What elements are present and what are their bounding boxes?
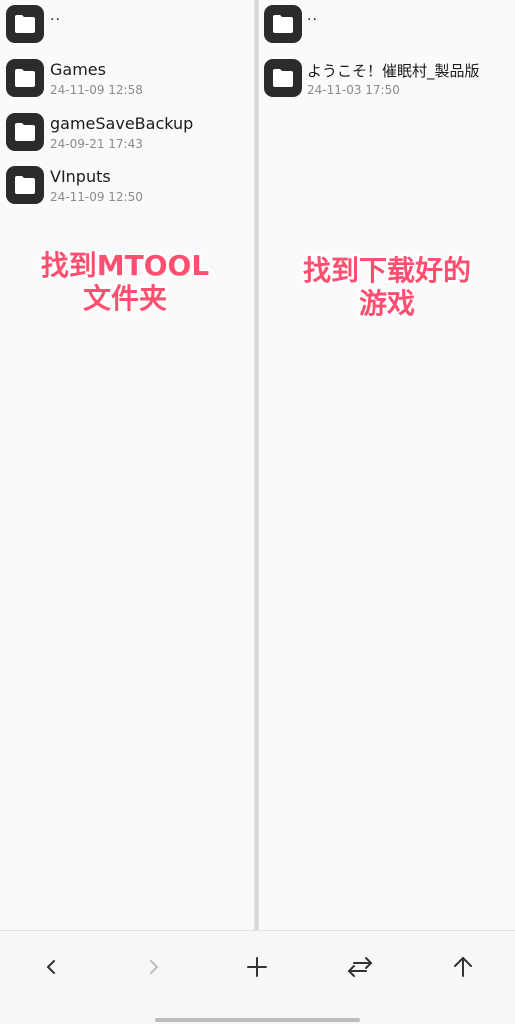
list-item[interactable]: ようこそ！催眠村_製品版 24-11-03 17:50 — [259, 55, 515, 107]
right-file-pane: .. ようこそ！催眠村_製品版 24-11-03 17:50 找到下载好的 游戏 — [259, 0, 515, 930]
chevron-right-icon — [150, 960, 158, 974]
annotation-line: 文件夹 — [82, 282, 167, 315]
gesture-bar[interactable] — [155, 1018, 360, 1022]
annotation-line: 找到MTOOL — [40, 249, 210, 282]
item-name: VInputs — [50, 167, 111, 186]
item-name: .. — [50, 8, 61, 24]
item-date: 24-11-09 12:58 — [50, 83, 143, 97]
item-name: gameSaveBackup — [50, 114, 194, 133]
item-date: 24-11-03 17:50 — [307, 83, 400, 97]
annotation-line: 找到下载好的 — [302, 254, 471, 287]
add-button[interactable] — [239, 949, 275, 985]
list-item[interactable]: VInputs 24-11-09 12:50 — [0, 162, 254, 214]
list-item-parent[interactable]: .. — [0, 0, 254, 52]
folder-icon — [6, 166, 44, 204]
swap-arrows-icon — [348, 957, 372, 977]
folder-icon — [6, 113, 44, 151]
annotation-overlay: 找到下载好的 游戏 — [269, 254, 505, 320]
item-name: .. — [307, 8, 318, 24]
item-date: 24-11-09 12:50 — [50, 190, 143, 204]
item-name: ようこそ！催眠村_製品版 — [307, 62, 480, 80]
forward-button[interactable] — [136, 949, 172, 985]
list-item[interactable]: Games 24-11-09 12:58 — [0, 55, 254, 107]
folder-icon — [6, 59, 44, 97]
folder-icon — [264, 59, 302, 97]
item-date: 24-09-21 17:43 — [50, 137, 143, 151]
list-item-parent[interactable]: .. — [259, 0, 515, 52]
arrow-up-icon — [454, 957, 472, 977]
folder-icon — [264, 5, 302, 43]
annotation-overlay: 找到MTOOL 文件夹 — [10, 249, 240, 315]
folder-icon — [6, 5, 44, 43]
plus-icon — [247, 957, 267, 977]
list-item[interactable]: gameSaveBackup 24-09-21 17:43 — [0, 109, 254, 161]
item-name: Games — [50, 60, 106, 79]
swap-panes-button[interactable] — [342, 949, 378, 985]
chevron-left-icon — [47, 960, 55, 974]
annotation-line: 游戏 — [358, 287, 415, 320]
parent-directory-button[interactable] — [445, 949, 481, 985]
left-file-pane: .. Games 24-11-09 12:58 gameSaveBackup 2… — [0, 0, 254, 930]
back-button[interactable] — [33, 949, 69, 985]
bottom-toolbar — [0, 930, 515, 1024]
